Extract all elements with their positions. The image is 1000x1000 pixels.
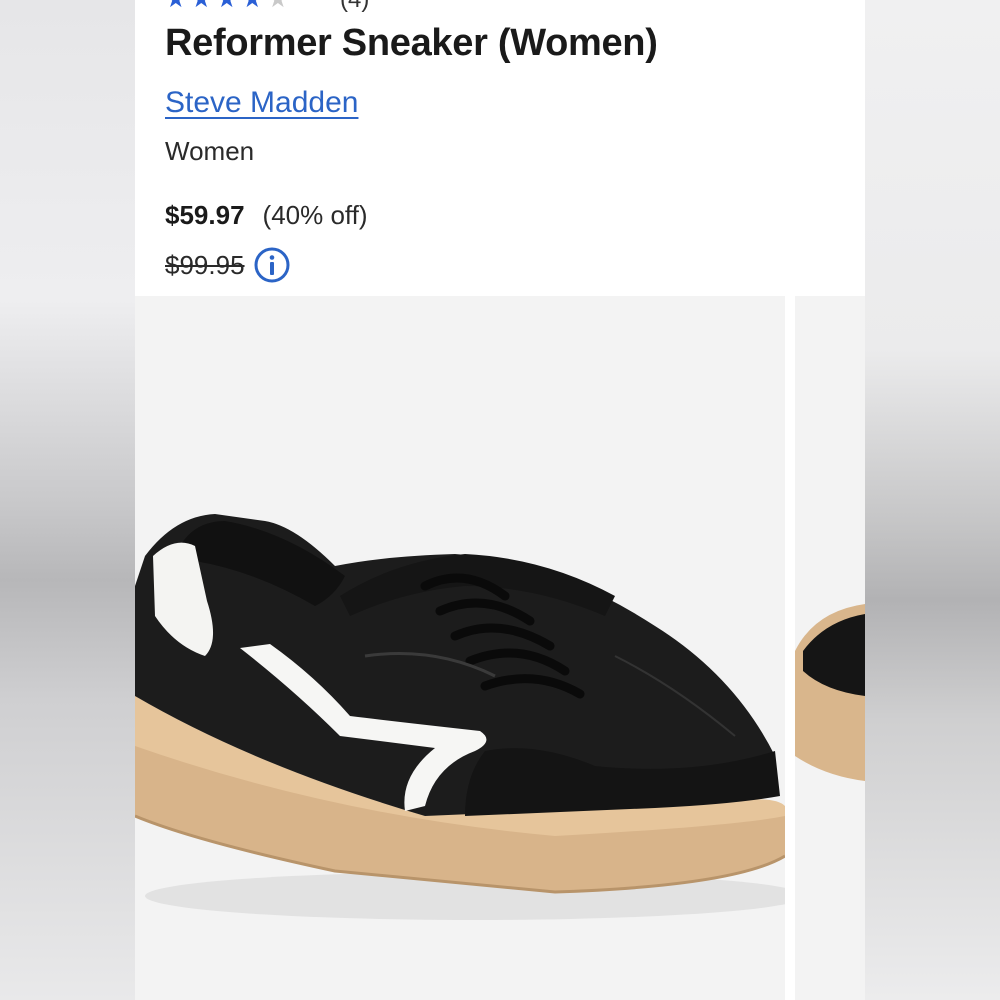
price-row: $59.97 (40% off) — [165, 200, 368, 231]
product-title: Reformer Sneaker (Women) — [165, 22, 658, 64]
star-icon: ★ — [165, 0, 187, 12]
rating-count[interactable]: (4) — [340, 0, 369, 14]
star-empty-icon: ★ — [267, 0, 289, 12]
discount-percent: (40% off) — [262, 200, 368, 230]
sneaker-partial-illustration — [795, 604, 865, 781]
original-price: $99.95 — [165, 249, 245, 280]
info-icon[interactable] — [253, 246, 291, 284]
product-image-next[interactable] — [795, 296, 865, 1000]
rating-stars[interactable]: ★ ★ ★ ★ ★ — [165, 0, 289, 12]
product-image-main[interactable] — [135, 296, 785, 1000]
background-left-blur — [0, 0, 135, 1000]
product-category: Women — [165, 136, 255, 166]
original-price-row: $99.95 — [165, 246, 291, 284]
star-icon: ★ — [191, 0, 213, 12]
star-half-icon: ★ — [242, 0, 264, 12]
star-icon: ★ — [216, 0, 238, 12]
sneaker-illustration — [135, 514, 785, 920]
sale-price: $59.97 — [165, 200, 245, 230]
brand-link[interactable]: Steve Madden — [165, 86, 358, 120]
background-right-blur — [865, 0, 1000, 1000]
product-image-gallery[interactable] — [135, 296, 865, 1000]
product-page: ★ ★ ★ ★ ★ (4) Reformer Sneaker (Women) S… — [135, 0, 865, 1000]
